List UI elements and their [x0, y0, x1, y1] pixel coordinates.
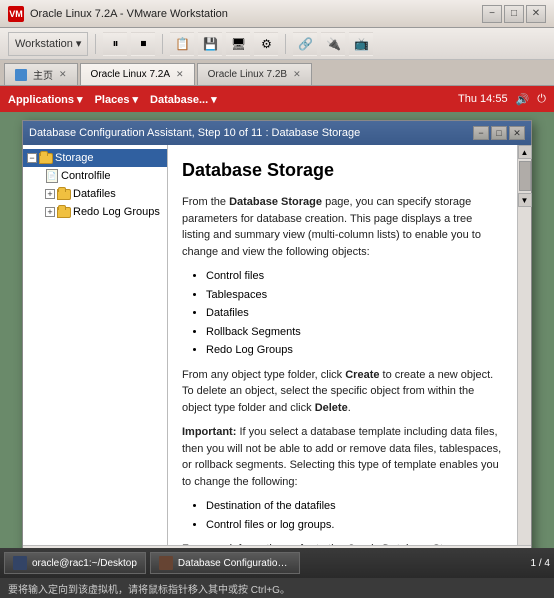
settings-button[interactable]: ⚙	[254, 32, 278, 56]
tree-label-datafiles: Datafiles	[73, 188, 116, 200]
taskbar-item-dbca[interactable]: Database Configuration Assistant,...	[150, 552, 300, 574]
app-bar-right: Thu 14:55 🔊 ⏻	[458, 93, 546, 106]
dialog-minimize-button[interactable]: −	[473, 126, 489, 140]
content-important-list: Destination of the datafiles Control fil…	[206, 498, 503, 533]
places-menu[interactable]: Places ▾	[95, 93, 138, 106]
tree-label-redolog: Redo Log Groups	[73, 206, 160, 218]
title-bar-left: VM Oracle Linux 7.2A - VMware Workstatio…	[8, 6, 228, 22]
workstation-menu[interactable]: Workstation ▾	[8, 32, 88, 56]
status-text: 要将输入定向到该虚拟机，请将鼠标指针移入其中或按 Ctrl+G。	[8, 581, 290, 596]
toolbar-separator-3	[285, 34, 286, 54]
content-para1: From the Database Storage page, you can …	[182, 194, 503, 260]
dialog-body: − Storage 📄 Controlfile +	[23, 145, 531, 545]
tab-linux72a-label: Oracle Linux 7.2A	[91, 69, 171, 80]
maximize-button[interactable]: □	[504, 5, 524, 23]
dialog-database-storage: Database Configuration Assistant, Step 1…	[22, 120, 532, 598]
app-icon: VM	[8, 6, 24, 22]
volume-icon[interactable]: 🔊	[516, 93, 530, 106]
toolbar-separator-1	[95, 34, 96, 54]
list-item-1: Control files	[206, 268, 503, 285]
tab-home-close[interactable]: ✕	[59, 69, 67, 80]
taskbar-right: 1 / 4	[531, 558, 550, 569]
save-button[interactable]: 💾	[198, 32, 222, 56]
important-item-1: Destination of the datafiles	[206, 498, 503, 515]
screen-button[interactable]: 🖥	[226, 32, 250, 56]
tree-panel: − Storage 📄 Controlfile +	[23, 145, 168, 545]
tree-item-controlfile[interactable]: 📄 Controlfile	[23, 167, 167, 185]
list-item-4: Rollback Segments	[206, 324, 503, 341]
taskbar-item-desktop[interactable]: oracle@rac1:~/Desktop	[4, 552, 146, 574]
tab-bar: 主页 ✕ Oracle Linux 7.2A ✕ Oracle Linux 7.…	[0, 60, 554, 86]
network-button[interactable]: 🔗	[293, 32, 317, 56]
scroll-down-arrow[interactable]: ▼	[518, 193, 532, 207]
app-bar-left: Applications ▾ Places ▾ Database... ▾	[8, 93, 217, 106]
applications-menu[interactable]: Applications ▾	[8, 93, 83, 106]
database-menu[interactable]: Database... ▾	[150, 93, 217, 106]
dialog-close-button[interactable]: ✕	[509, 126, 525, 140]
tab-linux72b[interactable]: Oracle Linux 7.2B ✕	[197, 63, 312, 85]
content-heading: Database Storage	[182, 157, 503, 184]
scrollbar[interactable]: ▲ ▼	[517, 145, 531, 545]
taskbar-dbca-label: Database Configuration Assistant,...	[178, 558, 291, 569]
redolog-folder-icon	[57, 205, 71, 219]
tree-label-controlfile: Controlfile	[61, 170, 111, 182]
dialog-titlebar: Database Configuration Assistant, Step 1…	[23, 121, 531, 145]
dbca-icon	[159, 556, 173, 570]
tree-label-storage: Storage	[55, 152, 94, 164]
content-panel: Database Storage From the Database Stora…	[168, 145, 517, 545]
usb-button[interactable]: 🔌	[321, 32, 345, 56]
desktop-area: Database Configuration Assistant, Step 1…	[0, 112, 554, 598]
scroll-thumb[interactable]	[519, 161, 531, 191]
list-item-2: Tablespaces	[206, 287, 503, 304]
tree-expand-datafiles[interactable]: +	[45, 189, 55, 199]
list-item-5: Redo Log Groups	[206, 342, 503, 359]
title-bar: VM Oracle Linux 7.2A - VMware Workstatio…	[0, 0, 554, 28]
window-controls: − □ ✕	[482, 5, 546, 23]
display-button[interactable]: 📺	[349, 32, 373, 56]
content-para2: From any object type folder, click Creat…	[182, 367, 503, 417]
dialog-controls: − □ ✕	[473, 126, 525, 140]
tab-linux72b-label: Oracle Linux 7.2B	[208, 69, 288, 80]
tree-item-storage[interactable]: − Storage	[23, 149, 167, 167]
window-title: Oracle Linux 7.2A - VMware Workstation	[30, 8, 228, 20]
taskbar-desktop-label: oracle@rac1:~/Desktop	[32, 558, 137, 569]
dialog-maximize-button[interactable]: □	[491, 126, 507, 140]
content-para4: For more information, refer to the Oracl…	[182, 541, 503, 545]
stop-button[interactable]: ⏹	[131, 32, 155, 56]
list-item-3: Datafiles	[206, 305, 503, 322]
power-icon[interactable]: ⏻	[537, 93, 546, 106]
minimize-button[interactable]: −	[482, 5, 502, 23]
taskbar: oracle@rac1:~/Desktop Database Configura…	[0, 548, 554, 578]
tab-linux72a[interactable]: Oracle Linux 7.2A ✕	[80, 63, 195, 85]
status-bar: 要将输入定向到该虚拟机，请将鼠标指针移入其中或按 Ctrl+G。	[0, 578, 554, 598]
dialog-title: Database Configuration Assistant, Step 1…	[29, 127, 473, 139]
storage-folder-icon	[39, 151, 53, 165]
tab-linux72a-close[interactable]: ✕	[176, 69, 184, 80]
datafiles-folder-icon	[57, 187, 71, 201]
close-button[interactable]: ✕	[526, 5, 546, 23]
desktop-icon	[13, 556, 27, 570]
page-indicator: 1 / 4	[531, 558, 550, 569]
tab-home[interactable]: 主页 ✕	[4, 63, 78, 85]
pause-button[interactable]: ⏸	[103, 32, 127, 56]
tab-linux72b-close[interactable]: ✕	[293, 69, 301, 80]
important-item-2: Control files or log groups.	[206, 517, 503, 534]
content-bullet-list: Control files Tablespaces Datafiles Roll…	[206, 268, 503, 359]
scroll-up-arrow[interactable]: ▲	[518, 145, 532, 159]
toolbar: Workstation ▾ ⏸ ⏹ 📋 💾 🖥 ⚙ 🔗 🔌 📺	[0, 28, 554, 60]
toolbar-separator-2	[162, 34, 163, 54]
content-para3: Important: If you select a database temp…	[182, 424, 503, 490]
tree-item-datafiles[interactable]: + Datafiles	[23, 185, 167, 203]
app-bar: Applications ▾ Places ▾ Database... ▾ Th…	[0, 86, 554, 112]
home-icon	[15, 69, 27, 81]
controlfile-icon: 📄	[45, 169, 59, 183]
tree-item-redolog[interactable]: + Redo Log Groups	[23, 203, 167, 221]
tree-expand-redolog[interactable]: +	[45, 207, 55, 217]
tree-expand-storage[interactable]: −	[27, 153, 37, 163]
snapshot-button[interactable]: 📋	[170, 32, 194, 56]
tab-home-label: 主页	[33, 67, 53, 82]
clock: Thu 14:55	[458, 93, 508, 105]
